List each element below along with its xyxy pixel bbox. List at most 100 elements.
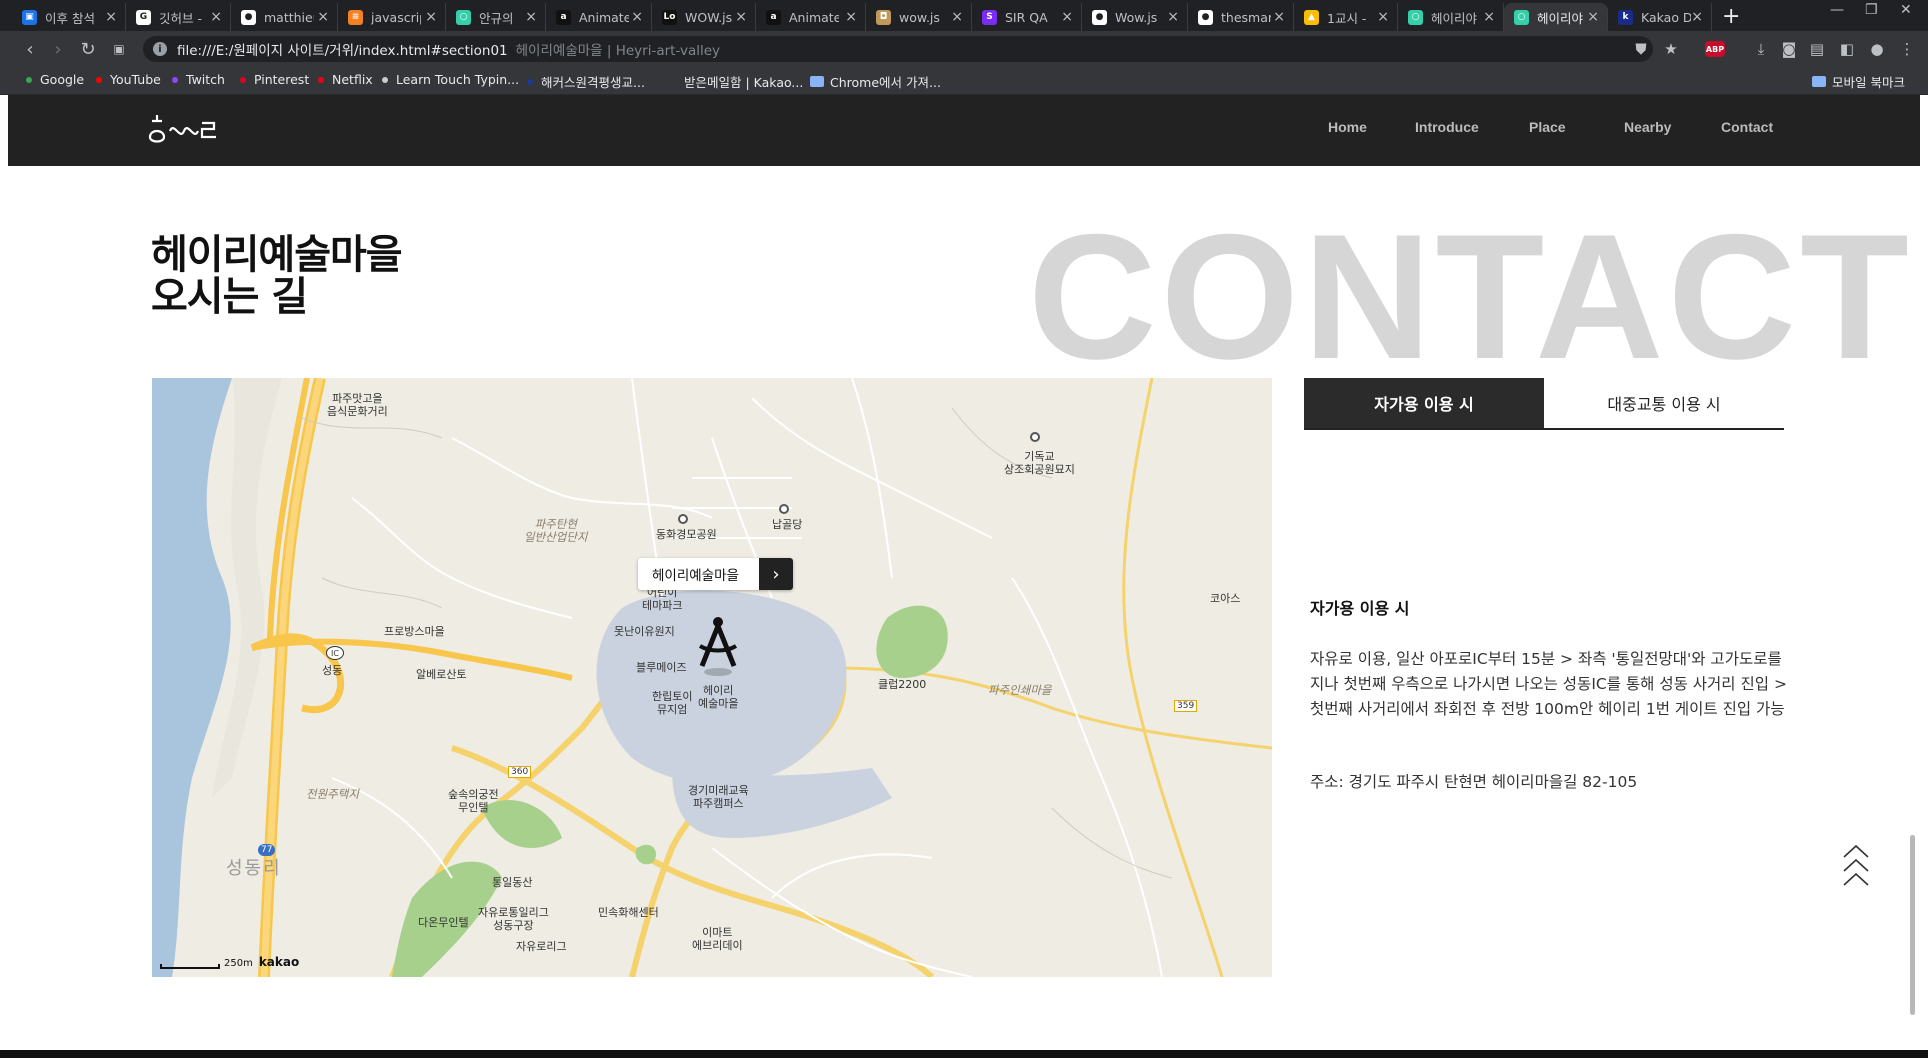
tab-close-icon[interactable]: × <box>1587 9 1599 25</box>
browser-tab[interactable]: ≡ javascrip× <box>338 3 446 31</box>
tab-close-icon[interactable]: × <box>105 9 117 25</box>
browser-tab[interactable]: Lo WOW.js × <box>652 3 756 31</box>
naver-extension-icon[interactable]: ▣ <box>107 37 131 61</box>
mobile-bookmarks[interactable]: 모바일 북마크 <box>1812 72 1905 91</box>
map-marker-icon[interactable] <box>779 504 789 514</box>
new-tab-button[interactable]: + <box>1722 4 1740 29</box>
bookmark-favicon-icon <box>240 76 246 83</box>
menu-kebab-icon[interactable]: ⋮ <box>1896 38 1918 60</box>
bookmark-label: Chrome에서 가져... <box>830 75 941 90</box>
reload-icon[interactable]: ↻ <box>76 37 100 61</box>
bookmark-favicon-icon <box>172 76 178 83</box>
map-info-window[interactable]: 헤이리예술마을 › <box>638 558 793 590</box>
forward-icon[interactable]: › <box>46 37 70 61</box>
kakao-logo[interactable]: kakao <box>259 955 299 969</box>
browser-tab[interactable]: ○ 헤이리야 × <box>1398 3 1504 31</box>
tab-close-icon[interactable]: × <box>1061 9 1073 25</box>
browser-tab[interactable]: a Animate × <box>756 3 866 31</box>
nav-nearby[interactable]: Nearby <box>1624 119 1671 135</box>
browser-tab[interactable]: ○ 헤이리야 × <box>1504 3 1608 31</box>
map-label-tongil: 통일동산 <box>492 876 533 889</box>
tab-close-icon[interactable]: × <box>951 9 963 25</box>
bookmark-item[interactable]: Netflix <box>318 72 373 87</box>
tab-close-icon[interactable]: × <box>1167 9 1179 25</box>
scroll-to-top-icon[interactable] <box>1841 843 1871 891</box>
browser-tab[interactable]: ● matthieu× <box>231 3 338 31</box>
bookmark-label: Pinterest <box>254 72 310 87</box>
tab-close-icon[interactable]: × <box>1377 9 1389 25</box>
map-label-line: 무인텔 <box>458 801 489 814</box>
tab-close-icon[interactable]: × <box>845 9 857 25</box>
sidebar-icon[interactable]: ◧ <box>1836 38 1858 60</box>
tab-close-icon[interactable]: × <box>317 9 329 25</box>
tab-close-icon[interactable]: × <box>631 9 643 25</box>
map-marker-icon[interactable] <box>1030 432 1040 442</box>
map-label-daon: 다온무인텔 <box>418 916 469 929</box>
browser-tab[interactable]: ○ 안규의 × <box>446 3 546 31</box>
tab-title: Kakao D <box>1641 9 1691 25</box>
nav-introduce[interactable]: Introduce <box>1415 119 1479 135</box>
page-scrollbar[interactable] <box>1910 835 1915 1015</box>
tab-close-icon[interactable]: × <box>1273 9 1285 25</box>
address-bar[interactable]: i file:///E:/원페이지 사이트/거위/index.html#sect… <box>143 36 1653 62</box>
browser-tab[interactable]: ▣ 이후 참석 × <box>12 3 126 31</box>
browser-tab[interactable]: ● Wow.js × <box>1082 3 1188 31</box>
browser-tab[interactable]: ▲ 1교시 - × <box>1294 3 1398 31</box>
nav-contact[interactable]: Contact <box>1721 119 1773 135</box>
tab-close-icon[interactable]: × <box>525 9 537 25</box>
heyri-logo[interactable] <box>146 111 226 147</box>
tab-close-icon[interactable]: × <box>735 9 747 25</box>
close-window-button[interactable]: ✕ <box>1900 2 1912 18</box>
browser-tab[interactable]: G 깃허브 - × <box>126 3 231 31</box>
bookmark-item[interactable]: YouTube <box>96 72 161 87</box>
bookmark-item[interactable]: Google <box>26 72 84 87</box>
tab-title: Animate <box>789 9 839 25</box>
bookmark-item[interactable]: Learn Touch Typin... <box>382 72 519 87</box>
browser-tab[interactable]: a Animate × <box>546 3 652 31</box>
bookmark-star-icon[interactable]: ★ <box>1660 38 1682 60</box>
map-label-seongdongri: 성동리 <box>226 858 282 879</box>
download-icon[interactable]: ⤓ <box>1750 38 1772 60</box>
tab-public-transit[interactable]: 대중교통 이용 시 <box>1544 378 1784 428</box>
screenshot-icon[interactable]: ◙ <box>1778 38 1800 60</box>
tab-title: matthieu <box>264 9 314 25</box>
bookmark-item[interactable]: Twitch <box>172 72 225 87</box>
reader-icon[interactable]: ▤ <box>1806 38 1828 60</box>
browser-tab[interactable]: S SIR QA × <box>972 3 1082 31</box>
section-heading: 헤이리예술마을 오시는 길 <box>151 232 403 318</box>
chevron-right-icon[interactable]: › <box>759 558 793 590</box>
bookmark-item[interactable]: 받은메일함 | Kakao... <box>670 72 803 91</box>
heading-line-1: 헤이리예술마을 <box>151 232 403 278</box>
tab-car[interactable]: 자가용 이용 시 <box>1304 378 1544 428</box>
browser-tab[interactable]: ● thesmar × <box>1188 3 1294 31</box>
site-info-icon[interactable]: i <box>153 42 167 56</box>
tab-title: 1교시 - <box>1327 10 1367 26</box>
map-marker-icon[interactable] <box>678 514 688 524</box>
page-viewport: Home Introduce Place Nearby Contact CONT… <box>8 95 1920 1050</box>
nav-home[interactable]: Home <box>1328 119 1367 135</box>
tab-close-icon[interactable]: × <box>1483 9 1495 25</box>
minimize-button[interactable]: — <box>1830 2 1844 18</box>
shield-extension-icon[interactable]: ⛊ <box>1630 38 1652 60</box>
transport-tabs: 자가용 이용 시 대중교통 이용 시 <box>1304 378 1784 430</box>
profile-icon[interactable]: ● <box>1866 38 1888 60</box>
map-label-line: 한립토이 <box>652 690 693 703</box>
map-label-line: 성동구장 <box>493 919 534 932</box>
heyri-compass-marker-icon[interactable] <box>692 614 744 678</box>
bookmark-item[interactable]: Pinterest <box>240 72 309 87</box>
tab-close-icon[interactable]: × <box>425 9 437 25</box>
restore-button[interactable]: ❐ <box>1865 2 1878 18</box>
adblock-icon[interactable]: ABP <box>1705 41 1725 57</box>
browser-tab[interactable]: k Kakao D × <box>1608 3 1712 31</box>
tab-close-icon[interactable]: × <box>1691 9 1703 25</box>
bookmark-item[interactable]: 해커스원격평생교... <box>527 72 645 91</box>
tab-close-icon[interactable]: × <box>210 9 222 25</box>
browser-tab[interactable]: ◘ wow.js × <box>866 3 972 31</box>
nav-place[interactable]: Place <box>1529 119 1566 135</box>
url-page-title: 헤이리예술마을 | Heyri-art-valley <box>515 43 721 59</box>
back-icon[interactable]: ‹ <box>18 37 42 61</box>
tab-favicon-icon: ○ <box>456 9 471 25</box>
kakao-map[interactable]: 파주맛고을 음식문화거리 기독교 상조회공원묘지 동화경모공원 납골당 파주탄현… <box>152 378 1272 977</box>
bookmark-item[interactable]: Chrome에서 가져... <box>810 72 941 91</box>
map-label-jeonwon: 전원주택지 <box>306 787 359 801</box>
